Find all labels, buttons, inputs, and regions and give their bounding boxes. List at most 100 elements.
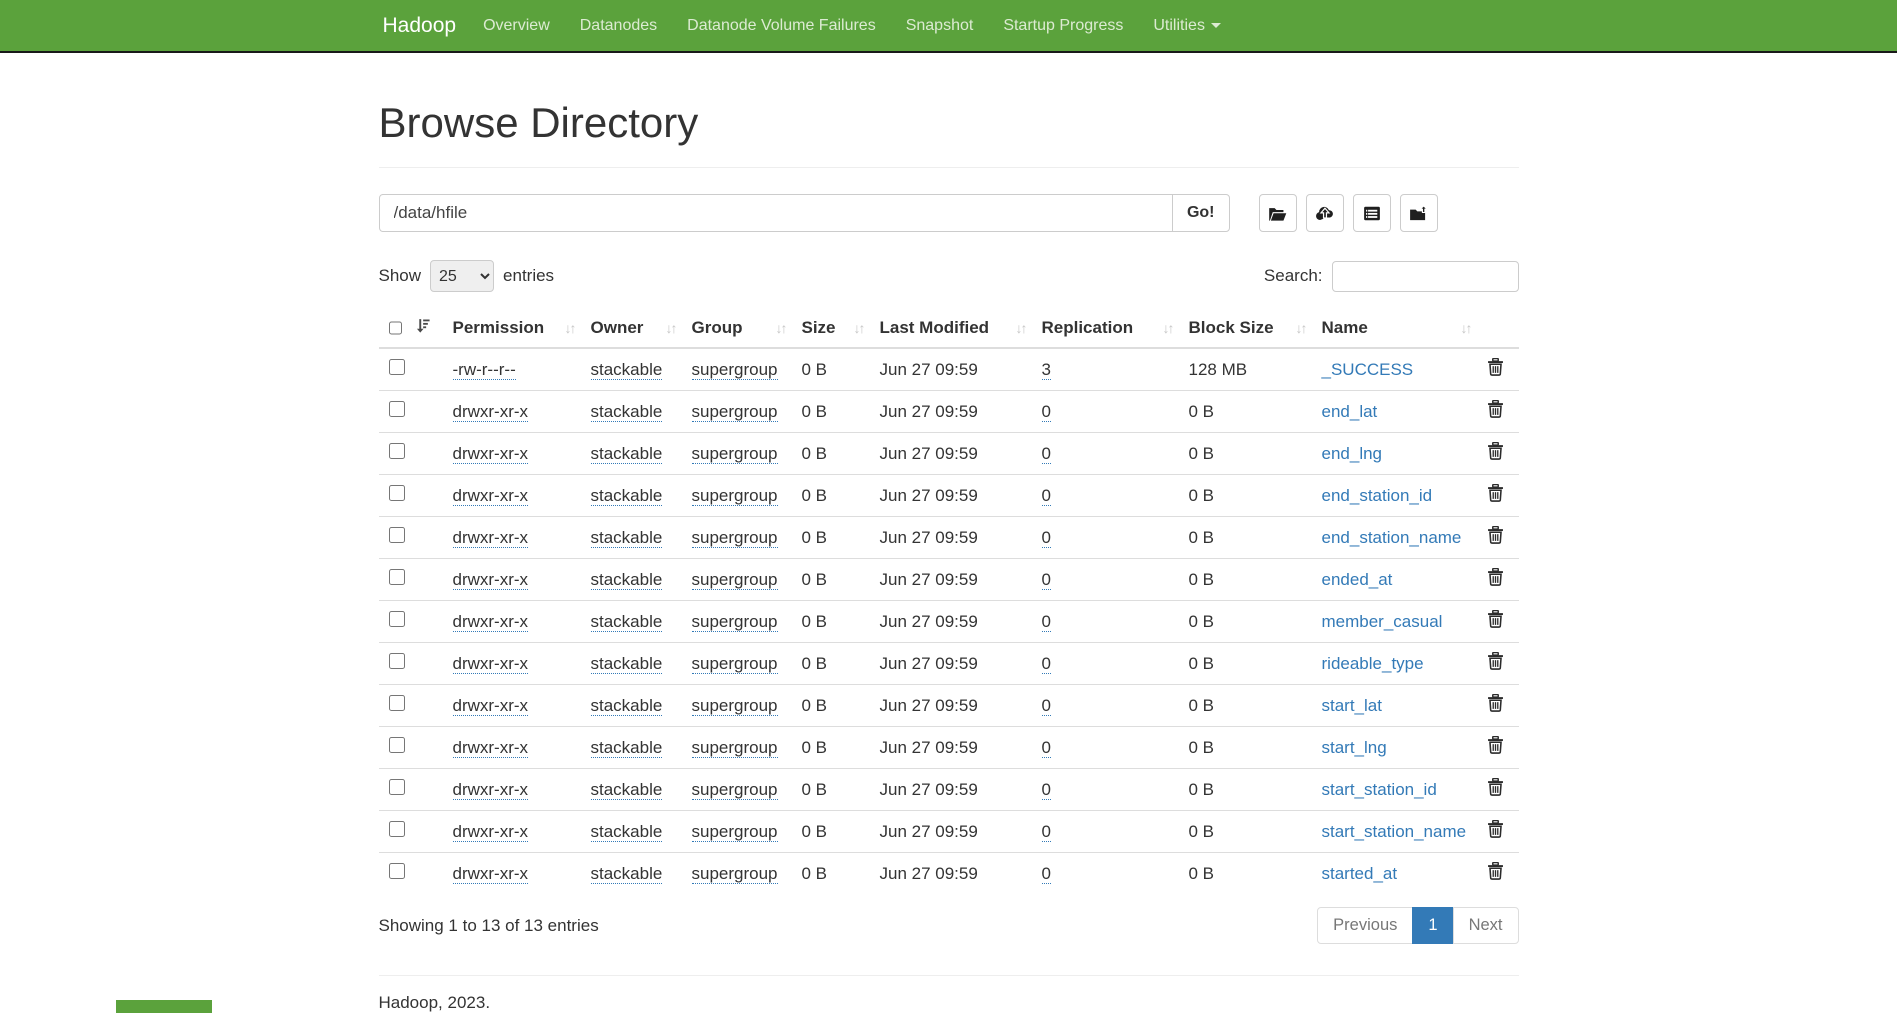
select-all-checkbox[interactable]: [389, 320, 402, 336]
nav-item-utilities-dropdown[interactable]: Utilities: [1138, 0, 1236, 51]
group-value[interactable]: supergroup: [692, 780, 778, 800]
replication-value[interactable]: 0: [1042, 570, 1051, 590]
replication-value[interactable]: 0: [1042, 864, 1051, 884]
nav-item-overview[interactable]: Overview: [468, 0, 565, 51]
delete-button[interactable]: [1487, 736, 1504, 754]
file-name-link[interactable]: start_lng: [1322, 738, 1387, 757]
page-size-select[interactable]: 25: [430, 260, 494, 292]
column-header-name[interactable]: Name↓↑: [1312, 309, 1477, 348]
replication-value[interactable]: 0: [1042, 444, 1051, 464]
replication-value[interactable]: 0: [1042, 486, 1051, 506]
row-checkbox[interactable]: [389, 737, 405, 753]
permission-value[interactable]: drwxr-xr-x: [453, 528, 529, 548]
group-value[interactable]: supergroup: [692, 444, 778, 464]
group-value[interactable]: supergroup: [692, 528, 778, 548]
folder-export-button[interactable]: [1400, 194, 1438, 232]
column-header-last-modified[interactable]: Last Modified↓↑: [870, 309, 1032, 348]
delete-button[interactable]: [1487, 820, 1504, 838]
brand-link[interactable]: Hadoop: [383, 0, 457, 51]
file-name-link[interactable]: member_casual: [1322, 612, 1443, 631]
delete-button[interactable]: [1487, 694, 1504, 712]
row-checkbox[interactable]: [389, 401, 405, 417]
group-value[interactable]: supergroup: [692, 822, 778, 842]
replication-value[interactable]: 0: [1042, 612, 1051, 632]
delete-button[interactable]: [1487, 610, 1504, 628]
group-value[interactable]: supergroup: [692, 864, 778, 884]
file-name-link[interactable]: _SUCCESS: [1322, 360, 1414, 379]
permission-value[interactable]: drwxr-xr-x: [453, 780, 529, 800]
permission-value[interactable]: drwxr-xr-x: [453, 696, 529, 716]
replication-value[interactable]: 3: [1042, 360, 1051, 380]
owner-value[interactable]: stackable: [591, 402, 663, 422]
permission-value[interactable]: drwxr-xr-x: [453, 486, 529, 506]
permission-value[interactable]: -rw-r--r--: [453, 360, 516, 380]
column-header-permission[interactable]: Permission↓↑: [443, 309, 581, 348]
permission-value[interactable]: drwxr-xr-x: [453, 822, 529, 842]
permission-value[interactable]: drwxr-xr-x: [453, 864, 529, 884]
row-checkbox[interactable]: [389, 485, 405, 501]
file-name-link[interactable]: end_lng: [1322, 444, 1383, 463]
owner-value[interactable]: stackable: [591, 864, 663, 884]
permission-value[interactable]: drwxr-xr-x: [453, 570, 529, 590]
next-page-button[interactable]: Next: [1453, 907, 1519, 944]
delete-button[interactable]: [1487, 568, 1504, 586]
nav-item-datanode-volume-failures[interactable]: Datanode Volume Failures: [672, 0, 891, 51]
delete-button[interactable]: [1487, 652, 1504, 670]
delete-button[interactable]: [1487, 400, 1504, 418]
delete-button[interactable]: [1487, 358, 1504, 376]
owner-value[interactable]: stackable: [591, 486, 663, 506]
file-name-link[interactable]: ended_at: [1322, 570, 1393, 589]
replication-value[interactable]: 0: [1042, 402, 1051, 422]
owner-value[interactable]: stackable: [591, 696, 663, 716]
row-checkbox[interactable]: [389, 443, 405, 459]
permission-value[interactable]: drwxr-xr-x: [453, 654, 529, 674]
file-name-link[interactable]: end_station_id: [1322, 486, 1433, 505]
row-checkbox[interactable]: [389, 695, 405, 711]
permission-value[interactable]: drwxr-xr-x: [453, 444, 529, 464]
nav-item-startup-progress[interactable]: Startup Progress: [988, 0, 1138, 51]
file-name-link[interactable]: start_station_id: [1322, 780, 1437, 799]
list-alt-button[interactable]: [1353, 194, 1391, 232]
file-name-link[interactable]: start_lat: [1322, 696, 1382, 715]
owner-value[interactable]: stackable: [591, 780, 663, 800]
page-1-button[interactable]: 1: [1412, 907, 1453, 944]
directory-path-input[interactable]: [379, 194, 1173, 232]
delete-button[interactable]: [1487, 526, 1504, 544]
permission-value[interactable]: drwxr-xr-x: [453, 738, 529, 758]
column-header-replication[interactable]: Replication↓↑: [1032, 309, 1179, 348]
go-button[interactable]: Go!: [1172, 194, 1230, 232]
delete-button[interactable]: [1487, 778, 1504, 796]
group-value[interactable]: supergroup: [692, 360, 778, 380]
search-input[interactable]: [1332, 261, 1519, 292]
row-checkbox[interactable]: [389, 821, 405, 837]
previous-page-button[interactable]: Previous: [1317, 907, 1413, 944]
file-name-link[interactable]: end_station_name: [1322, 528, 1462, 547]
owner-value[interactable]: stackable: [591, 612, 663, 632]
group-value[interactable]: supergroup: [692, 570, 778, 590]
owner-value[interactable]: stackable: [591, 528, 663, 548]
delete-button[interactable]: [1487, 484, 1504, 502]
group-value[interactable]: supergroup: [692, 738, 778, 758]
group-value[interactable]: supergroup: [692, 654, 778, 674]
column-header-select[interactable]: [379, 309, 443, 348]
group-value[interactable]: supergroup: [692, 402, 778, 422]
owner-value[interactable]: stackable: [591, 738, 663, 758]
upload-files-button[interactable]: [1306, 194, 1344, 232]
row-checkbox[interactable]: [389, 863, 405, 879]
group-value[interactable]: supergroup: [692, 696, 778, 716]
owner-value[interactable]: stackable: [591, 654, 663, 674]
column-header-owner[interactable]: Owner↓↑: [581, 309, 682, 348]
row-checkbox[interactable]: [389, 359, 405, 375]
delete-button[interactable]: [1487, 862, 1504, 880]
replication-value[interactable]: 0: [1042, 654, 1051, 674]
delete-button[interactable]: [1487, 442, 1504, 460]
owner-value[interactable]: stackable: [591, 360, 663, 380]
column-header-size[interactable]: Size↓↑: [792, 309, 870, 348]
row-checkbox[interactable]: [389, 527, 405, 543]
file-name-link[interactable]: started_at: [1322, 864, 1398, 883]
group-value[interactable]: supergroup: [692, 486, 778, 506]
owner-value[interactable]: stackable: [591, 822, 663, 842]
replication-value[interactable]: 0: [1042, 780, 1051, 800]
file-name-link[interactable]: end_lat: [1322, 402, 1378, 421]
group-value[interactable]: supergroup: [692, 612, 778, 632]
